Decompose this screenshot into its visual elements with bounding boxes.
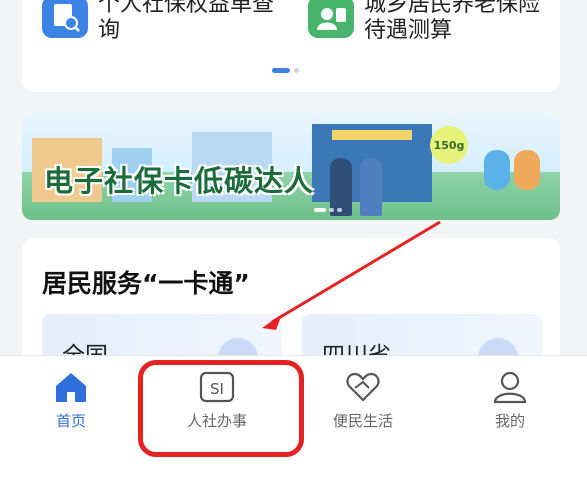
indicator-dot <box>294 68 299 73</box>
service-card: 个人社保权益单查询 城乡居民养老保险待遇测算 <box>22 0 560 92</box>
banner-badge: 150g <box>430 126 468 164</box>
person-icon <box>493 371 527 404</box>
tab-label: 人社办事 <box>186 412 247 430</box>
tab-label: 便民生活 <box>332 412 393 430</box>
tab-hr-services[interactable]: SI 人社办事 <box>167 370 267 431</box>
service-item-pension-calc[interactable]: 城乡居民养老保险待遇测算 <box>308 0 554 44</box>
carousel-indicator <box>272 68 299 73</box>
person-id-icon <box>308 0 354 38</box>
banner-child <box>514 150 540 190</box>
section-title: 居民服务“一卡通” <box>42 269 250 298</box>
svg-text:SI: SI <box>210 380 224 398</box>
heart-hand-icon <box>346 372 380 402</box>
home-icon <box>56 373 86 402</box>
tab-label: 我的 <box>494 412 525 430</box>
service-item-benefit-query[interactable]: 个人社保权益单查询 <box>42 0 288 44</box>
promo-banner[interactable]: 150g 电子社保卡低碳达人 <box>22 112 560 220</box>
tab-profile[interactable]: 我的 <box>460 370 560 431</box>
banner-title: 电子社保卡低碳达人 <box>44 164 315 198</box>
si-icon: SI <box>199 371 235 403</box>
bottom-tab-bar: 首页 SI 人社办事 便民生活 我的 <box>0 355 587 477</box>
service-label: 个人社保权益单查询 <box>98 0 275 43</box>
indicator-active <box>272 68 290 73</box>
tab-home[interactable]: 首页 <box>21 370 121 431</box>
banner-person <box>360 158 382 216</box>
banner-child <box>484 150 510 190</box>
tab-label: 首页 <box>55 412 86 430</box>
service-label: 城乡居民养老保险待遇测算 <box>364 0 541 43</box>
document-search-icon <box>42 0 88 38</box>
tab-convenience[interactable]: 便民生活 <box>313 370 413 431</box>
banner-indicator <box>314 208 342 212</box>
